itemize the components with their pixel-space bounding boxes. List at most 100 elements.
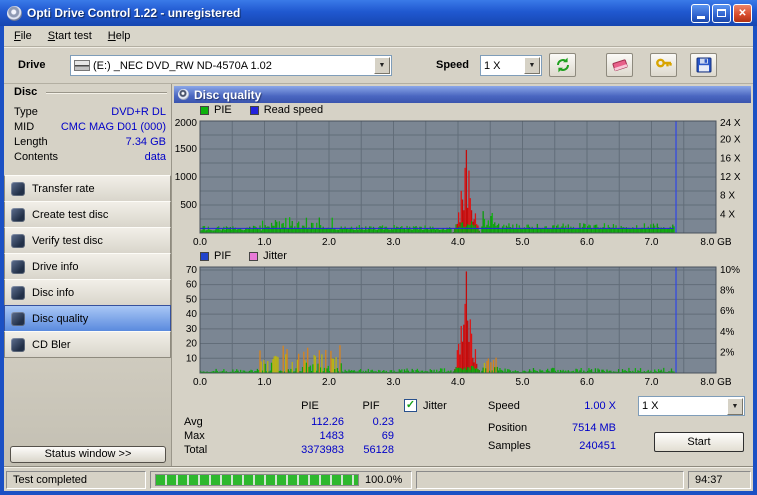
sidebar-item-label: Create test disc — [32, 208, 109, 221]
svg-text:50: 50 — [186, 294, 198, 305]
sidebar-item-disc-quality[interactable]: Disc quality — [4, 305, 171, 332]
maximize-button[interactable] — [712, 3, 731, 23]
pie-legend-label: PIE — [214, 104, 232, 116]
cd-drive-icon — [74, 60, 90, 71]
svg-text:500: 500 — [180, 200, 197, 211]
sidebar-item-disc-info[interactable]: Disc info — [4, 279, 171, 306]
svg-text:20: 20 — [186, 339, 198, 350]
svg-text:12 X: 12 X — [720, 172, 741, 183]
disc-icon — [178, 89, 189, 100]
sidebar-item-create-test-disc[interactable]: Create test disc — [4, 201, 171, 228]
speed-select-arrow-icon[interactable]: ▼ — [524, 57, 540, 74]
save-icon — [696, 57, 711, 73]
svg-text:1500: 1500 — [175, 144, 198, 155]
drive-select-value: (E:) _NEC DVD_RW ND-4570A 1.02 — [93, 59, 272, 72]
svg-text:8.0 GB: 8.0 GB — [700, 237, 731, 248]
app-window: Opti Drive Control 1.22 - unregistered ✕… — [0, 0, 757, 495]
svg-text:2.0: 2.0 — [322, 237, 336, 248]
speed-stat-label: Speed — [488, 400, 520, 412]
sidebar-item-label: Verify test disc — [32, 234, 103, 247]
svg-text:1.0: 1.0 — [258, 237, 272, 248]
disc-length-label: Length — [14, 136, 48, 148]
sidebar-item-transfer-rate[interactable]: Transfer rate — [4, 175, 171, 202]
menu-help[interactable]: Help — [100, 28, 139, 44]
menu-start-test[interactable]: Start test — [40, 28, 100, 44]
svg-text:7.0: 7.0 — [645, 377, 659, 388]
disc-info-icon — [11, 285, 25, 300]
svg-text:10: 10 — [186, 353, 198, 364]
sidebar-item-label: CD Bler — [32, 338, 71, 351]
avg-pie-value: 112.26 — [311, 416, 344, 428]
progress-cell: 100.0% — [150, 471, 412, 489]
test-speed-select[interactable]: 1 X ▼ — [638, 396, 745, 416]
progress-bar — [155, 474, 359, 486]
refresh-button[interactable] — [549, 53, 576, 77]
menu-file[interactable]: File — [6, 28, 40, 44]
save-button[interactable] — [690, 53, 717, 77]
avg-row-label: Avg — [184, 416, 203, 428]
speed-select-value: 1 X — [484, 59, 501, 72]
erase-disc-button[interactable] — [606, 53, 633, 77]
svg-text:5.0: 5.0 — [516, 237, 530, 248]
sidebar: Transfer rate Create test disc Verify te… — [4, 175, 171, 358]
titlebar[interactable]: Opti Drive Control 1.22 - unregistered ✕ — [0, 0, 757, 26]
disc-quality-icon — [11, 311, 25, 326]
samples-stat-label: Samples — [488, 440, 531, 452]
position-stat-label: Position — [488, 422, 528, 434]
statusbar-spacer-cell — [416, 471, 684, 489]
svg-text:4.0: 4.0 — [451, 377, 465, 388]
statusbar: Test completed 100.0% 94:37 — [4, 467, 753, 491]
sidebar-item-label: Disc info — [32, 286, 75, 299]
sidebar-item-verify-test-disc[interactable]: Verify test disc — [4, 227, 171, 254]
disc-type-label: Type — [14, 106, 38, 118]
svg-text:7.0: 7.0 — [645, 237, 659, 248]
cd-bler-icon — [11, 337, 25, 352]
svg-text:70: 70 — [186, 265, 198, 276]
speed-select[interactable]: 1 X ▼ — [480, 55, 542, 76]
status-text: Test completed — [13, 474, 87, 486]
svg-text:4 X: 4 X — [720, 209, 735, 220]
max-row-label: Max — [184, 430, 205, 442]
svg-text:3.0: 3.0 — [387, 237, 401, 248]
register-button[interactable] — [650, 53, 677, 77]
svg-text:2.0: 2.0 — [322, 377, 336, 388]
sidebar-item-cd-bler[interactable]: CD Bler — [4, 331, 171, 358]
start-button[interactable]: Start — [654, 432, 744, 452]
avg-pif-value: 0.23 — [372, 416, 394, 428]
svg-text:8 X: 8 X — [720, 191, 735, 202]
speed-label: Speed — [436, 59, 470, 71]
create-test-disc-icon — [11, 207, 25, 222]
total-pie-value: 3373983 — [301, 444, 344, 456]
maximize-icon — [717, 9, 726, 17]
svg-text:40: 40 — [186, 309, 198, 320]
svg-text:3.0: 3.0 — [387, 377, 401, 388]
eraser-icon — [611, 59, 628, 72]
svg-text:4%: 4% — [720, 327, 735, 338]
main-header: Disc quality — [174, 86, 751, 103]
minimize-button[interactable] — [691, 3, 710, 23]
pif-chart-legend: PIF Jitter — [200, 250, 287, 262]
pif-column-header: PIF — [362, 400, 380, 412]
disc-mid-label: MID — [14, 121, 35, 133]
menubar: File Start test Help — [4, 26, 753, 47]
drive-toolbar: Drive (E:) _NEC DVD_RW ND-4570A 1.02 ▼ S… — [4, 47, 753, 84]
disc-type-row: Type DVD+R DL — [14, 106, 166, 120]
svg-text:24 X: 24 X — [720, 118, 741, 129]
jitter-checkbox[interactable]: ✓ — [404, 399, 417, 412]
progress-fill — [156, 475, 358, 485]
close-button[interactable]: ✕ — [733, 3, 752, 23]
drive-label: Drive — [18, 59, 46, 71]
svg-text:30: 30 — [186, 324, 198, 335]
status-window-button[interactable]: Status window >> — [10, 446, 166, 463]
test-speed-select-arrow-icon[interactable]: ▼ — [727, 397, 743, 415]
svg-text:60: 60 — [186, 280, 198, 291]
drive-select-arrow-icon[interactable]: ▼ — [374, 57, 390, 74]
window-title: Opti Drive Control 1.22 - unregistered — [27, 6, 241, 20]
pif-chart: 70 60 50 40 30 20 10 10% 8% 6% 4% 2% 0.0 1.0 2.0 3.0 4.0… — [186, 265, 740, 388]
svg-text:5.0: 5.0 — [516, 377, 530, 388]
position-stat-value: 7514 MB — [571, 422, 616, 434]
jitter-legend-swatch — [249, 251, 259, 261]
sidebar-item-drive-info[interactable]: Drive info — [4, 253, 171, 280]
drive-select[interactable]: (E:) _NEC DVD_RW ND-4570A 1.02 ▼ — [70, 55, 392, 76]
pie-chart-legend: PIE Read speed — [200, 104, 323, 116]
